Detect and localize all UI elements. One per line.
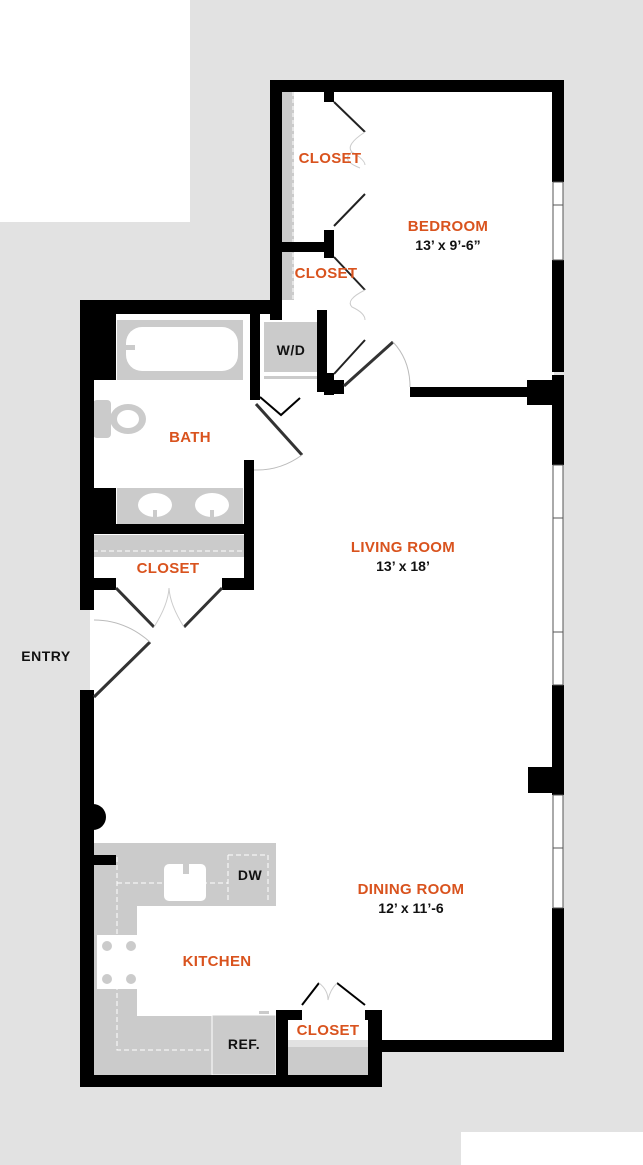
room-name: DINING ROOM — [357, 881, 465, 898]
closet-label: CLOSET — [294, 265, 358, 282]
closet-shelf — [93, 535, 245, 557]
window — [552, 464, 564, 686]
closet-shelf — [288, 1047, 368, 1075]
kitchen-label: KITCHEN — [182, 953, 252, 970]
hall-closet-label: CLOSET — [136, 560, 200, 577]
kitchen-closet-label: CLOSET — [296, 1022, 360, 1039]
floor-plan — [0, 0, 643, 1165]
room-name: LIVING ROOM — [350, 539, 456, 556]
window — [552, 181, 564, 261]
window — [552, 794, 564, 909]
closet-shelf — [282, 92, 294, 300]
bath-label: BATH — [169, 429, 211, 446]
dishwasher-label: DW — [237, 867, 263, 883]
room-dimensions: 13’ x 9’-6” — [415, 237, 481, 253]
entry-label: ENTRY — [21, 648, 71, 664]
room-dimensions: 13’ x 18’ — [376, 558, 430, 574]
room-dimensions: 12’ x 11’-6 — [378, 900, 444, 916]
living-room-label: LIVING ROOM 13’ x 18’ — [351, 539, 455, 574]
dining-room-label: DINING ROOM 12’ x 11’-6 — [358, 881, 465, 916]
room-name: BEDROOM — [407, 218, 489, 235]
closet-label: CLOSET — [298, 150, 362, 167]
refrigerator-label: REF. — [227, 1036, 261, 1052]
washer-dryer-label: W/D — [276, 342, 306, 358]
bedroom-label: BEDROOM 13’ x 9’-6” — [408, 218, 488, 253]
